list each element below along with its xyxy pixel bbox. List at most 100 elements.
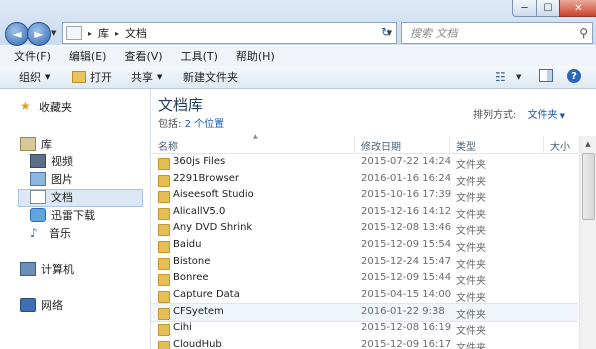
- menu-edit[interactable]: 编辑(E): [69, 48, 107, 64]
- new-folder-label: 新建文件夹: [183, 71, 238, 84]
- breadcrumb-separator[interactable]: ▸: [88, 29, 92, 38]
- view-dropdown-icon[interactable]: ▼: [516, 69, 521, 85]
- forward-button[interactable]: ►: [27, 22, 51, 46]
- folder-icon: [158, 241, 170, 253]
- chevron-down-icon: ▼: [45, 73, 51, 81]
- table-row[interactable]: Aiseesoft Studio 2015-10-16 17:39 文件夹: [151, 187, 578, 204]
- address-bar[interactable]: ▸ 库 ▸ 文档 ▼: [62, 22, 397, 44]
- file-date: 2015-04-15 14:00: [361, 288, 452, 300]
- organize-button[interactable]: 组织 ▼: [19, 69, 50, 85]
- folder-icon: [158, 257, 170, 270]
- file-name: Aiseesoft Studio: [173, 189, 254, 201]
- nav-item-favorites[interactable]: ★ 收藏夹: [20, 99, 72, 115]
- file-date: 2015-12-08 13:46: [361, 222, 452, 234]
- menu-file[interactable]: 文件(F): [14, 48, 51, 64]
- file-date: 2015-07-22 14:24: [361, 156, 452, 167]
- chevron-down-icon[interactable]: ▼: [560, 112, 565, 120]
- table-row[interactable]: 360js Files 2015-07-22 14:24 文件夹: [151, 154, 578, 171]
- search-input[interactable]: 搜索 文档: [410, 25, 458, 41]
- refresh-icon[interactable]: ↻: [379, 25, 393, 39]
- nav-item-music[interactable]: ♪ 音乐: [30, 225, 71, 241]
- nav-item-pictures[interactable]: 图片: [30, 171, 73, 187]
- scrollbar-thumb[interactable]: [582, 153, 595, 220]
- new-folder-button[interactable]: 新建文件夹: [183, 69, 238, 85]
- column-size[interactable]: 大小: [550, 138, 570, 153]
- picture-icon: [30, 172, 46, 186]
- open-folder-icon: [72, 71, 86, 83]
- file-date: 2016-01-16 16:24: [361, 172, 452, 184]
- document-icon: [30, 190, 46, 204]
- open-label: 打开: [90, 71, 112, 84]
- folder-icon: [158, 191, 170, 204]
- maximize-button[interactable]: ☐: [536, 0, 560, 17]
- search-icon[interactable]: ⚲: [579, 26, 588, 40]
- nav-label: 音乐: [49, 227, 71, 240]
- file-type: 文件夹: [456, 193, 486, 205]
- table-row[interactable]: Baidu 2015-12-09 15:54 文件夹: [151, 237, 578, 254]
- file-date: 2015-12-08 16:19: [361, 322, 452, 333]
- column-type[interactable]: 类型: [456, 138, 476, 153]
- folder-icon: [158, 174, 170, 187]
- nav-item-documents[interactable]: 文档: [30, 189, 73, 205]
- table-row[interactable]: Cihi 2015-12-08 16:19 文件夹: [151, 320, 578, 337]
- column-divider[interactable]: [354, 136, 355, 153]
- file-type: 文件夹: [456, 243, 486, 254]
- view-options-icon[interactable]: ☷: [495, 69, 506, 85]
- file-name: AlicallV5.0: [173, 205, 226, 217]
- scroll-up-arrow-icon[interactable]: ▲: [580, 136, 596, 152]
- menu-tools[interactable]: 工具(T): [181, 48, 218, 64]
- file-type: 文件夹: [456, 160, 486, 171]
- help-icon[interactable]: ?: [567, 69, 581, 83]
- nav-item-computer[interactable]: 计算机: [20, 261, 74, 277]
- breadcrumb-documents[interactable]: 文档: [125, 25, 147, 41]
- back-button[interactable]: ◄: [5, 22, 29, 46]
- table-row[interactable]: AlicallV5.0 2015-12-16 14:12 文件夹: [151, 204, 578, 221]
- arrange-by-dropdown[interactable]: 文件夹: [528, 110, 558, 121]
- table-row[interactable]: 2291Browser 2016-01-16 16:24 文件夹: [151, 171, 578, 188]
- network-icon: [20, 298, 36, 312]
- file-list-pane: 文档库 包括: 2 个位置 排列方式: 文件夹 ▼ ▲ 名称 修改日期 类型 大小…: [151, 89, 596, 349]
- library-icon: [66, 26, 82, 40]
- open-button[interactable]: 打开: [72, 69, 112, 85]
- table-row[interactable]: Bonree 2015-12-09 15:44 文件夹: [151, 270, 578, 287]
- nav-item-libraries[interactable]: 库: [20, 136, 52, 152]
- preview-pane-icon[interactable]: [539, 69, 553, 82]
- nav-item-videos[interactable]: 视频: [30, 153, 73, 169]
- file-type: 文件夹: [456, 292, 486, 304]
- nav-item-xunlei[interactable]: 迅雷下载: [30, 207, 95, 223]
- table-row[interactable]: CloudHub 2015-12-09 16:17 文件夹: [151, 337, 578, 349]
- folder-icon: [158, 274, 170, 287]
- title-bar: ─ ☐ ✕ ◄ ► ▼ ▸ 库 ▸ 文档 ▼ ↻ 搜索 文档 ⚲: [0, 0, 596, 46]
- vertical-scrollbar[interactable]: ▲: [579, 136, 596, 349]
- column-date[interactable]: 修改日期: [361, 138, 401, 153]
- menu-view[interactable]: 查看(V): [124, 48, 162, 64]
- breadcrumb-separator[interactable]: ▸: [115, 29, 119, 38]
- table-row[interactable]: Capture Data 2015-04-15 14:00 文件夹: [151, 287, 578, 304]
- column-divider[interactable]: [449, 136, 450, 153]
- breadcrumb-library[interactable]: 库: [98, 25, 109, 41]
- includes-locations-link[interactable]: 2 个位置: [185, 119, 225, 130]
- file-name: Bonree: [173, 272, 209, 284]
- share-button[interactable]: 共享 ▼: [131, 69, 162, 85]
- menu-bar: 文件(F) 编辑(E) 查看(V) 工具(T) 帮助(H): [0, 46, 596, 67]
- arrange-label: 排列方式:: [473, 110, 517, 121]
- minimize-button[interactable]: ─: [512, 0, 537, 17]
- file-date: 2015-10-16 17:39: [361, 189, 452, 201]
- folder-icon: [158, 207, 170, 220]
- close-button[interactable]: ✕: [559, 0, 596, 17]
- menu-help[interactable]: 帮助(H): [236, 48, 275, 64]
- table-row[interactable]: Any DVD Shrink 2015-12-08 13:46 文件夹: [151, 220, 578, 237]
- folder-icon: [158, 158, 170, 170]
- explorer-window: ─ ☐ ✕ ◄ ► ▼ ▸ 库 ▸ 文档 ▼ ↻ 搜索 文档 ⚲ 文件(F) 编…: [0, 0, 596, 349]
- folder-icon: [158, 340, 170, 349]
- column-name[interactable]: 名称: [158, 138, 178, 153]
- nav-label: 图片: [51, 173, 73, 186]
- table-row[interactable]: Bistone 2015-12-24 15:47 文件夹: [151, 254, 578, 271]
- recent-pages-dropdown[interactable]: ▼: [51, 29, 56, 37]
- search-box[interactable]: 搜索 文档 ⚲: [401, 22, 593, 44]
- nav-label: 收藏夹: [39, 101, 72, 114]
- file-type: 文件夹: [456, 209, 486, 221]
- nav-item-network[interactable]: 网络: [20, 297, 63, 313]
- music-note-icon: ♪: [30, 226, 38, 240]
- column-divider[interactable]: [543, 136, 544, 153]
